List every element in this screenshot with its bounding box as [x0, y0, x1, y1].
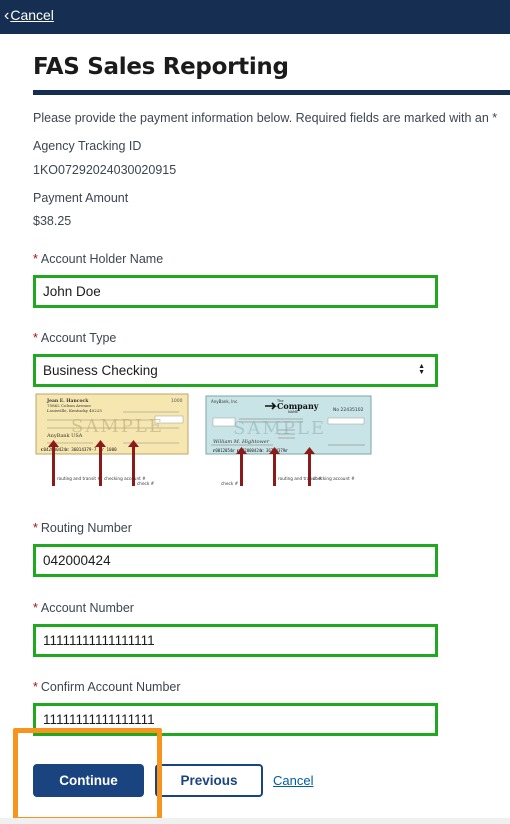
- business-arrow-label-account: checking account #: [313, 476, 355, 481]
- business-company-suffix: NAME: [288, 410, 298, 414]
- account-type-label: * Account Type: [33, 331, 117, 345]
- account-type-value: Business Checking: [43, 363, 158, 378]
- top-bar: ‹Cancel: [0, 0, 510, 34]
- page-title: FAS Sales Reporting: [33, 54, 289, 80]
- personal-arrow-label-routing: routing and transit #: [57, 476, 101, 481]
- account-number-label: * Account Number: [33, 601, 134, 615]
- business-check-image: AnyBank, Inc. The Company NAME No 224351…: [205, 395, 372, 486]
- agency-tracking-value: 1KO07292024030020915: [33, 163, 177, 177]
- confirm-account-number-label: * Confirm Account Number: [33, 680, 181, 694]
- payment-amount-value: $38.25: [33, 214, 72, 228]
- continue-highlight-box: [13, 728, 162, 822]
- personal-check-watermark: SAMPLE: [71, 416, 164, 437]
- personal-check-address2: Louisville, Kentucky 40225: [47, 408, 102, 413]
- agency-tracking-label: Agency Tracking ID: [33, 139, 142, 153]
- required-marker: *: [33, 680, 38, 694]
- business-check-signature: William M. Hightower: [213, 439, 270, 445]
- account-holder-input[interactable]: John Doe: [33, 275, 438, 308]
- routing-number-input[interactable]: 042000424: [33, 544, 438, 577]
- account-holder-label: * Account Holder Name: [33, 252, 164, 266]
- business-arrow-label-check: check #: [221, 481, 239, 486]
- routing-number-label: * Routing Number: [33, 521, 132, 535]
- required-marker: *: [33, 331, 38, 345]
- required-marker: *: [33, 521, 38, 535]
- business-check-watermark: SAMPLE: [233, 418, 326, 439]
- personal-check-image: Jean E. Hancock 75862 Colson Avenue Loui…: [35, 393, 189, 486]
- payment-amount-label: Payment Amount: [33, 191, 129, 205]
- chevron-left-icon: ‹: [4, 7, 10, 24]
- required-marker: *: [33, 601, 38, 615]
- personal-arrow-label-check: check #: [137, 481, 155, 486]
- title-divider: [33, 90, 510, 95]
- bottom-strip: [0, 818, 510, 824]
- top-cancel-label: Cancel: [10, 7, 54, 23]
- intro-text: Please provide the payment information b…: [33, 111, 498, 125]
- business-check-number: No 22435102: [333, 407, 364, 413]
- account-number-input[interactable]: 11111111111111111: [33, 624, 438, 657]
- check-sample-illustration: Jean E. Hancock 75862 Colson Avenue Loui…: [35, 393, 372, 486]
- account-type-select[interactable]: Business Checking ▲ ▼: [33, 354, 438, 387]
- select-updown-icon: ▲ ▼: [418, 363, 425, 377]
- business-check-bank: AnyBank, Inc.: [211, 399, 238, 404]
- personal-check-number: 1000: [171, 398, 183, 404]
- top-cancel-link[interactable]: ‹Cancel: [4, 7, 54, 25]
- cancel-link[interactable]: Cancel: [273, 773, 313, 788]
- previous-button[interactable]: Previous: [155, 764, 263, 797]
- required-marker: *: [33, 252, 38, 266]
